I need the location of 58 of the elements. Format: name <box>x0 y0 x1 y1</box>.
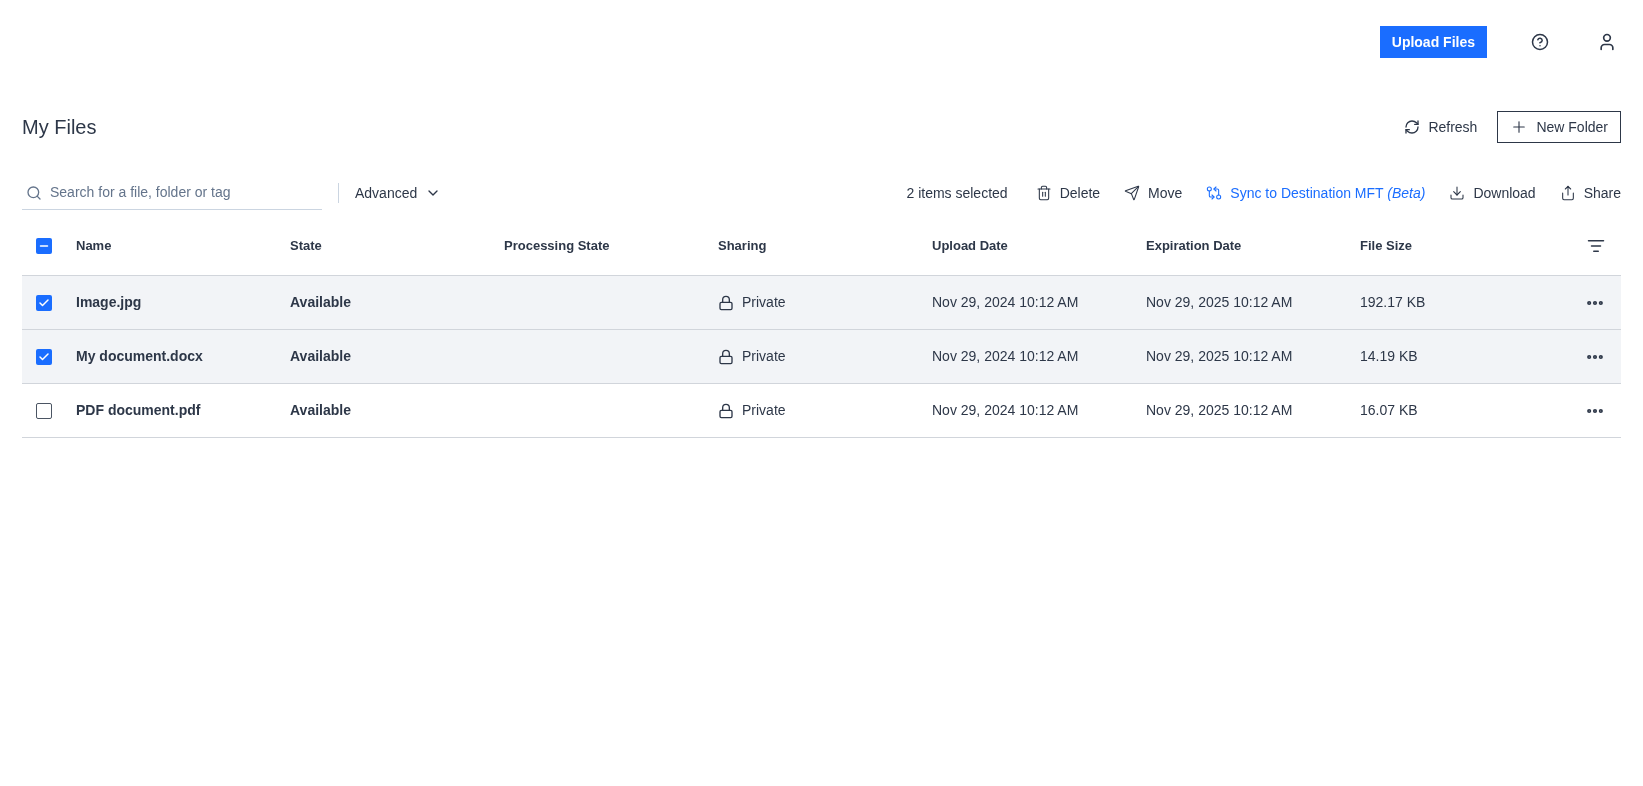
new-folder-button[interactable]: New Folder <box>1497 111 1621 143</box>
checkbox[interactable] <box>36 402 52 419</box>
page-title: My Files <box>22 115 97 140</box>
refresh-icon <box>1404 119 1421 135</box>
table-cell-text: Private <box>742 347 786 366</box>
share-button[interactable]: Share <box>1559 182 1621 204</box>
column-header[interactable]: State <box>290 235 504 256</box>
column-header[interactable]: Sharing <box>718 235 932 256</box>
refresh-button[interactable]: Refresh <box>1404 116 1478 138</box>
column-header[interactable]: Expiration Date <box>1146 235 1360 256</box>
paper-plane-icon <box>1124 185 1141 201</box>
table-cell-text: Available <box>290 401 352 420</box>
table-cell-text: Available <box>290 347 352 366</box>
selection-count: 2 items selected <box>906 183 1008 203</box>
table-cell-text: Available <box>290 293 352 312</box>
file-name[interactable]: My document.docx <box>76 346 290 367</box>
table-cell-text: Nov 29, 2024 10:12 AM <box>932 401 1080 420</box>
help-icon[interactable] <box>1531 33 1549 51</box>
share-icon <box>1559 185 1576 201</box>
table-cell-text: Private <box>742 293 786 312</box>
user-icon[interactable] <box>1597 32 1617 52</box>
lock-icon <box>718 348 734 365</box>
branch-icon <box>1206 185 1223 201</box>
table-cell-text: 14.19 KB <box>1360 347 1419 366</box>
move-button[interactable]: Move <box>1124 182 1183 204</box>
column-header[interactable]: File Size <box>1360 235 1574 256</box>
checkbox[interactable] <box>36 237 52 254</box>
sync-button[interactable]: Sync to Destination MFT (Beta) <box>1206 182 1426 204</box>
check-icon <box>38 296 50 309</box>
upload-files-button[interactable]: Upload Files <box>1379 26 1487 58</box>
table-cell-text: Nov 29, 2025 10:12 AM <box>1146 293 1294 312</box>
search-field[interactable]: Search for a file, folder or tag <box>22 176 322 210</box>
search-input[interactable]: Search for a file, folder or tag <box>50 182 318 203</box>
table-cell-text: Nov 29, 2025 10:12 AM <box>1146 401 1294 420</box>
delete-button[interactable]: Delete <box>1035 182 1101 204</box>
lock-icon <box>718 294 734 311</box>
column-header[interactable]: Name <box>76 235 290 256</box>
table-cell-text: 192.17 KB <box>1360 293 1427 312</box>
file-name[interactable]: Image.jpg <box>76 292 290 313</box>
checkbox[interactable] <box>36 348 52 365</box>
download-icon <box>1449 185 1466 201</box>
table-cell-text: 16.07 KB <box>1360 401 1419 420</box>
search-icon <box>26 184 42 201</box>
checkbox[interactable] <box>36 294 52 311</box>
check-icon <box>38 350 50 363</box>
lock-icon <box>718 402 734 419</box>
table-row[interactable]: My document.docx Available Private Nov 29, 2024 10:12 AM Nov 29, 2025 10:12 AM 14.19 KB <box>22 330 1621 384</box>
column-header[interactable]: Processing State <box>504 235 718 256</box>
column-header[interactable]: Upload Date <box>932 235 1146 256</box>
file-name[interactable]: PDF document.pdf <box>76 400 290 421</box>
advanced-dropdown[interactable]: Advanced <box>355 182 442 204</box>
table-cell-text: Nov 29, 2024 10:12 AM <box>932 347 1080 366</box>
trash-icon <box>1035 185 1052 201</box>
table-cell-text: Private <box>742 401 786 420</box>
table-cell-text: Nov 29, 2024 10:12 AM <box>932 293 1080 312</box>
download-button[interactable]: Download <box>1449 182 1536 204</box>
table-row[interactable]: Image.jpg Available Private Nov 29, 2024 10:12 AM Nov 29, 2025 10:12 AM 192.17 KB <box>22 276 1621 330</box>
table-cell-text: Nov 29, 2025 10:12 AM <box>1146 347 1294 366</box>
